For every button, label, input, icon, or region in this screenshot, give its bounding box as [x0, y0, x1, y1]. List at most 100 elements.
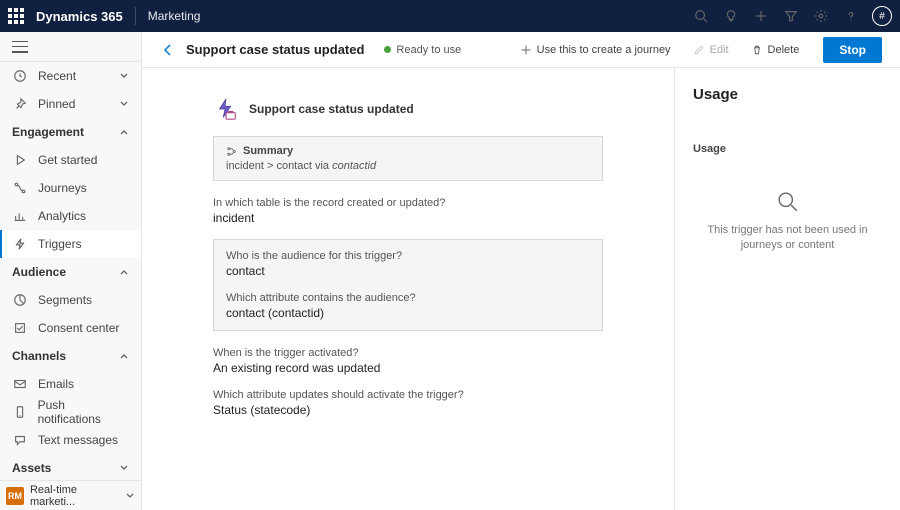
status-dot-icon [384, 46, 391, 53]
nav-group-assets[interactable]: Assets [0, 454, 141, 480]
audience-box: Who is the audience for this trigger? co… [213, 239, 603, 331]
env-label: Real-time marketi... [30, 484, 125, 508]
cmd-label: Use this to create a journey [537, 44, 671, 56]
delete-icon [751, 44, 763, 56]
environment-picker[interactable]: RM Real-time marketi... [0, 480, 141, 510]
analytics-icon [12, 208, 28, 224]
nav-analytics[interactable]: Analytics [0, 202, 141, 230]
answer-which-attr: Status (statecode) [213, 403, 603, 417]
question-attribute: Which attribute contains the audience? [226, 292, 590, 304]
card-title: Support case status updated [249, 102, 414, 116]
summary-path: incident > contact via contactid [226, 160, 590, 172]
use-journey-button[interactable]: Use this to create a journey [514, 40, 677, 60]
nav-label: Pinned [38, 97, 75, 111]
nav-label: Push notifications [38, 398, 129, 426]
nav-label: Get started [38, 153, 97, 167]
question-audience: Who is the audience for this trigger? [226, 250, 590, 262]
nav-label: Emails [38, 377, 74, 391]
nav-label: Text messages [38, 433, 118, 447]
nav-pinned[interactable]: Pinned [0, 90, 141, 118]
plus-icon[interactable] [746, 0, 776, 32]
segments-icon [12, 292, 28, 308]
usage-subtitle: Usage [693, 143, 882, 155]
message-icon [12, 432, 28, 448]
chevron-down-icon [119, 463, 129, 473]
collapse-nav-icon[interactable] [12, 41, 28, 53]
trigger-icon [12, 236, 28, 252]
back-button[interactable] [160, 42, 176, 58]
env-badge: RM [6, 487, 24, 505]
edit-icon [693, 44, 705, 56]
help-icon[interactable] [836, 0, 866, 32]
group-label: Audience [12, 265, 66, 279]
page-title: Support case status updated [186, 42, 364, 57]
trigger-card: Support case status updated Summary inci… [213, 96, 603, 482]
delete-button[interactable]: Delete [745, 40, 806, 60]
usage-pane: Usage Usage This trigger has not been us… [674, 68, 900, 510]
chevron-up-icon [119, 127, 129, 137]
chevron-up-icon [119, 351, 129, 361]
nav-emails[interactable]: Emails [0, 370, 141, 398]
lightbulb-icon[interactable] [716, 0, 746, 32]
group-label: Channels [12, 349, 66, 363]
gear-icon[interactable] [806, 0, 836, 32]
nav-label: Consent center [38, 321, 119, 335]
cmd-label: Delete [768, 44, 800, 56]
nav-group-audience[interactable]: Audience [0, 258, 141, 286]
usage-empty-text: This trigger has not been used in journe… [693, 223, 882, 254]
chevron-up-icon [119, 267, 129, 277]
nav-consent-center[interactable]: Consent center [0, 314, 141, 342]
usage-title: Usage [693, 86, 882, 103]
app-launcher-icon[interactable] [8, 8, 24, 24]
group-label: Assets [12, 461, 51, 475]
pin-icon [12, 96, 28, 112]
consent-icon [12, 320, 28, 336]
content-area: Support case status updated Summary inci… [142, 68, 674, 510]
nav-label: Triggers [38, 237, 82, 251]
brand-name: Dynamics 365 [36, 9, 123, 24]
brand-divider [135, 7, 136, 25]
cmd-label: Edit [710, 44, 729, 56]
clock-icon [12, 68, 28, 84]
answer-attribute: contact (contactid) [226, 306, 590, 320]
area-name: Marketing [148, 9, 201, 23]
nav-group-channels[interactable]: Channels [0, 342, 141, 370]
play-icon [12, 152, 28, 168]
status-text: Ready to use [396, 44, 461, 56]
nav-journeys[interactable]: Journeys [0, 174, 141, 202]
nav-text-messages[interactable]: Text messages [0, 426, 141, 454]
nav-label: Segments [38, 293, 92, 307]
chevron-down-icon [119, 71, 129, 81]
nav-label: Journeys [38, 181, 87, 195]
email-icon [12, 376, 28, 392]
question-table: In which table is the record created or … [213, 197, 603, 209]
nav-push-notifications[interactable]: Push notifications [0, 398, 141, 426]
nav-label: Analytics [38, 209, 86, 223]
nav-segments[interactable]: Segments [0, 286, 141, 314]
phone-icon [12, 404, 28, 420]
answer-table: incident [213, 211, 603, 225]
answer-audience: contact [226, 264, 590, 278]
nav-recent[interactable]: Recent [0, 62, 141, 90]
group-label: Engagement [12, 125, 84, 139]
summary-box: Summary incident > contact via contactid [213, 136, 603, 181]
filter-icon[interactable] [776, 0, 806, 32]
nav-get-started[interactable]: Get started [0, 146, 141, 174]
stop-button[interactable]: Stop [823, 37, 882, 63]
edit-button: Edit [687, 40, 735, 60]
branch-icon [226, 146, 237, 157]
plus-icon [520, 44, 532, 56]
nav-triggers[interactable]: Triggers [0, 230, 141, 258]
user-avatar[interactable]: # [872, 6, 892, 26]
search-icon[interactable] [686, 0, 716, 32]
sidebar: Recent Pinned Engagement Get started Jou… [0, 32, 142, 510]
question-which-attr: Which attribute updates should activate … [213, 389, 603, 401]
status-badge: Ready to use [384, 44, 461, 56]
chevron-down-icon [125, 491, 135, 501]
command-bar: Support case status updated Ready to use… [142, 32, 900, 68]
question-when: When is the trigger activated? [213, 347, 603, 359]
search-icon [777, 191, 799, 213]
answer-when: An existing record was updated [213, 361, 603, 375]
nav-group-engagement[interactable]: Engagement [0, 118, 141, 146]
journey-icon [12, 180, 28, 196]
